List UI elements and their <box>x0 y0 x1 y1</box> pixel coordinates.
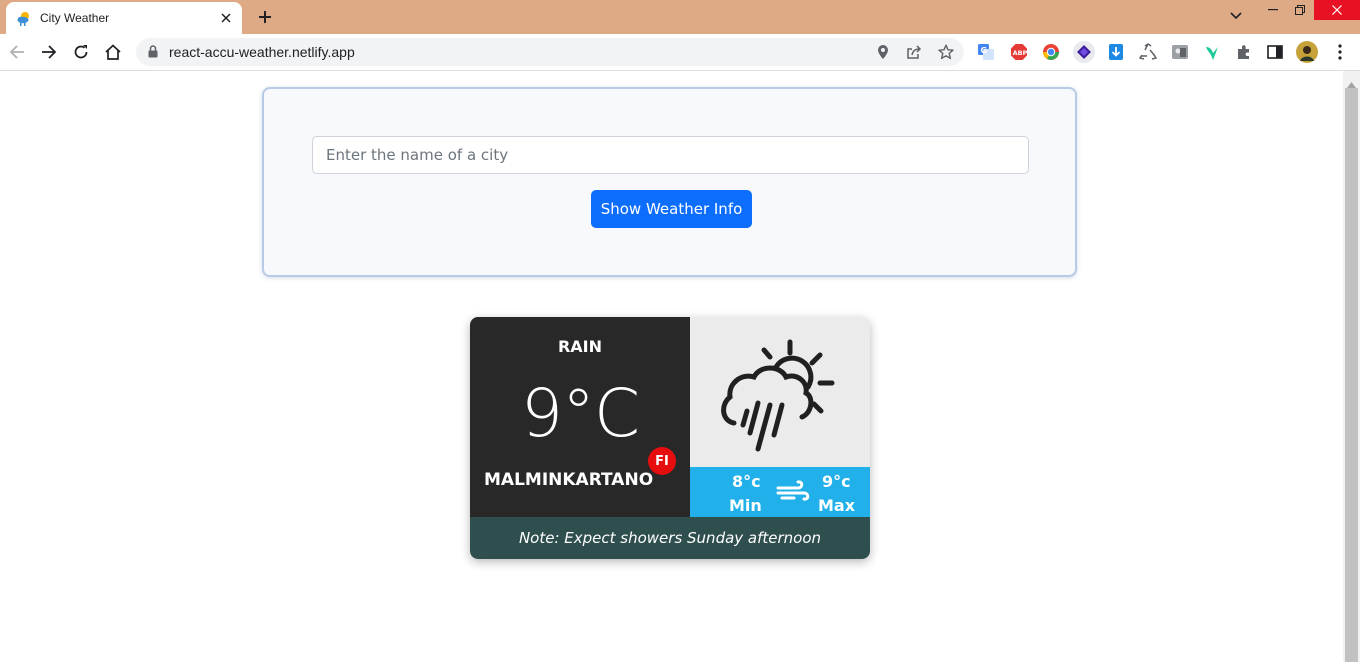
min-temperature: 8°c <box>732 472 761 491</box>
min-label: Min <box>729 496 762 515</box>
lock-icon[interactable] <box>148 45 158 63</box>
tab-title: City Weather <box>40 11 110 25</box>
bookmark-star-icon[interactable] <box>936 42 956 62</box>
forecast-note: Note: Expect showers Sunday afternoon <box>470 517 870 559</box>
country-code-badge: FI <box>648 447 676 475</box>
minimize-icon[interactable] <box>1258 0 1288 20</box>
browser-tab-strip: City Weather <box>0 0 1360 34</box>
browser-tab-active[interactable]: City Weather <box>6 2 242 34</box>
bird-icon[interactable] <box>1202 42 1222 62</box>
new-tab-icon[interactable] <box>254 6 276 28</box>
restore-icon[interactable] <box>1286 0 1314 20</box>
photo-icon[interactable] <box>1170 42 1190 62</box>
forward-icon[interactable] <box>37 40 61 64</box>
weather-summary-panel: RAIN 9°C MALMINKARTANO FI <box>470 317 690 517</box>
share-icon[interactable] <box>904 42 924 62</box>
tab-close-icon[interactable] <box>216 8 236 28</box>
browser-toolbar: react-accu-weather.netlify.app G ABP <box>0 34 1360 71</box>
current-temperature: 9°C <box>520 375 640 452</box>
download-icon[interactable] <box>1106 42 1126 62</box>
weather-icon-panel <box>690 317 870 467</box>
weather-condition: RAIN <box>557 337 603 356</box>
location-icon[interactable] <box>873 42 893 62</box>
max-temperature-group: 9°c Max <box>810 470 870 518</box>
window-close-icon[interactable] <box>1314 0 1360 20</box>
svg-text:ABP: ABP <box>1013 49 1028 57</box>
recycle-icon[interactable] <box>1138 42 1158 62</box>
address-bar[interactable]: react-accu-weather.netlify.app <box>136 38 964 66</box>
layers-icon[interactable] <box>1073 41 1095 63</box>
menu-icon[interactable] <box>1330 42 1350 62</box>
search-panel: Show Weather Info <box>262 87 1077 277</box>
reload-icon[interactable] <box>69 40 93 64</box>
city-search-input[interactable] <box>312 136 1029 174</box>
scroll-thumb[interactable] <box>1345 88 1358 662</box>
max-label: Max <box>818 496 856 515</box>
adblock-icon[interactable]: ABP <box>1009 42 1029 62</box>
show-weather-button[interactable]: Show Weather Info <box>591 190 752 228</box>
weather-card: RAIN 9°C MALMINKARTANO FI 8°c Min 9°c Ma… <box>470 317 870 559</box>
rain-sun-cloud-icon <box>721 339 835 452</box>
min-temperature-group: 8°c Min <box>713 470 775 518</box>
city-name: MALMINKARTANO <box>484 470 654 490</box>
back-icon[interactable] <box>5 40 29 64</box>
home-icon[interactable] <box>101 40 125 64</box>
puzzle-icon[interactable] <box>1234 42 1254 62</box>
url-text[interactable]: react-accu-weather.netlify.app <box>169 44 355 60</box>
profile-avatar[interactable] <box>1296 41 1318 63</box>
wind-icon <box>776 479 810 509</box>
svg-text:G: G <box>981 46 988 55</box>
side-panel-icon[interactable] <box>1265 42 1285 62</box>
min-max-panel: 8°c Min 9°c Max <box>690 467 870 517</box>
translate-icon[interactable]: G <box>976 42 996 62</box>
weather-favicon-icon <box>16 10 32 26</box>
chrome-color-icon[interactable] <box>1041 42 1061 62</box>
max-temperature: 9°c <box>822 472 851 491</box>
tab-search-chevron-icon[interactable] <box>1222 6 1250 26</box>
page-scrollbar[interactable] <box>1343 71 1360 662</box>
